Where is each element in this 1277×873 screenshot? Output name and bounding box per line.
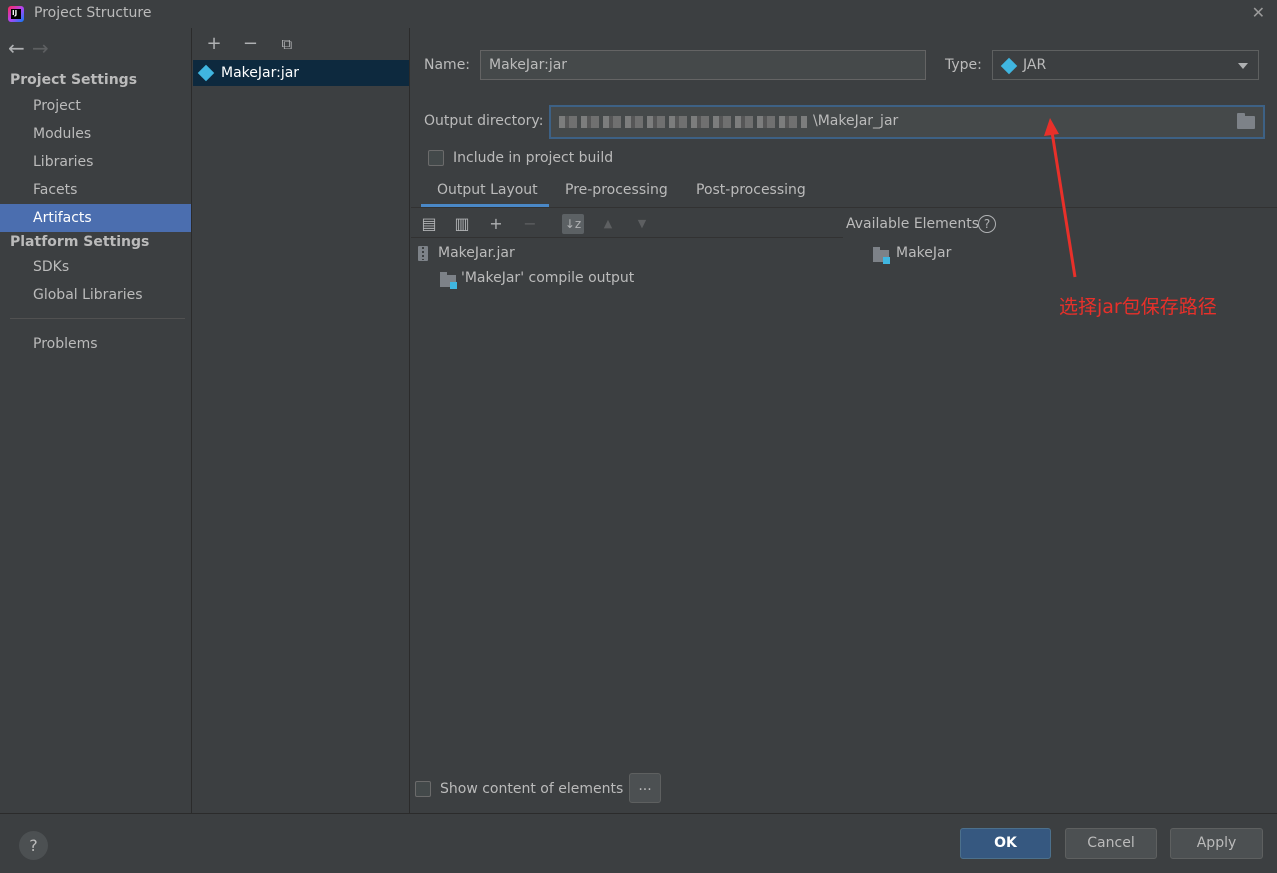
more-options-button[interactable]: ... — [629, 773, 661, 803]
sidebar-item-global-libraries[interactable]: Global Libraries — [0, 281, 191, 309]
sidebar-item-libraries[interactable]: Libraries — [0, 148, 191, 176]
jar-artifact-icon — [197, 64, 215, 82]
artifact-toolbar: + − ⧉ — [201, 34, 300, 56]
add-artifact-button[interactable]: + — [201, 34, 227, 56]
sidebar-divider — [10, 318, 185, 319]
help-button[interactable]: ? — [19, 831, 48, 860]
section-platform-settings: Platform Settings — [10, 234, 150, 250]
show-content-label: Show content of elements — [440, 781, 624, 797]
sidebar-item-sdks[interactable]: SDKs — [0, 253, 191, 281]
arrow-right-icon[interactable]: → — [32, 36, 56, 60]
sidebar-item-project[interactable]: Project — [0, 92, 191, 120]
ok-button[interactable]: OK — [960, 828, 1051, 859]
artifact-list-panel: + − ⧉ MakeJar:jar — [193, 28, 410, 813]
sidebar-item-facets[interactable]: Facets — [0, 176, 191, 204]
sidebar-item-artifacts[interactable]: Artifacts — [0, 204, 191, 232]
dialog-footer: ? OK Cancel Apply — [0, 813, 1277, 873]
annotation-text: 选择jar包保存路径 — [1059, 296, 1217, 318]
apply-button[interactable]: Apply — [1170, 828, 1263, 859]
window-title: Project Structure — [34, 5, 152, 21]
show-content-checkbox[interactable] — [415, 781, 431, 797]
intellij-app-icon: IJ — [8, 6, 24, 22]
sidebar-item-modules[interactable]: Modules — [0, 120, 191, 148]
nav-arrows: ← → — [8, 36, 56, 60]
arrow-left-icon[interactable]: ← — [8, 36, 32, 60]
sidebar-item-problems[interactable]: Problems — [0, 330, 191, 358]
copy-icon[interactable]: ⧉ — [274, 34, 300, 56]
annotation-arrow — [1044, 118, 1077, 278]
artifact-details-panel: Name: MakeJar:jar Type: JAR Output direc… — [411, 28, 1277, 813]
artifact-item-label: MakeJar:jar — [221, 65, 300, 81]
artifact-list-item[interactable]: MakeJar:jar — [193, 60, 409, 86]
settings-sidebar: ← → Project Settings Project Modules Libr… — [0, 28, 192, 813]
cancel-button[interactable]: Cancel — [1065, 828, 1157, 859]
section-project-settings: Project Settings — [10, 72, 138, 88]
close-icon[interactable]: ✕ — [1252, 3, 1265, 22]
title-bar: IJ Project Structure ✕ — [0, 0, 1277, 28]
remove-artifact-button[interactable]: − — [237, 34, 263, 56]
